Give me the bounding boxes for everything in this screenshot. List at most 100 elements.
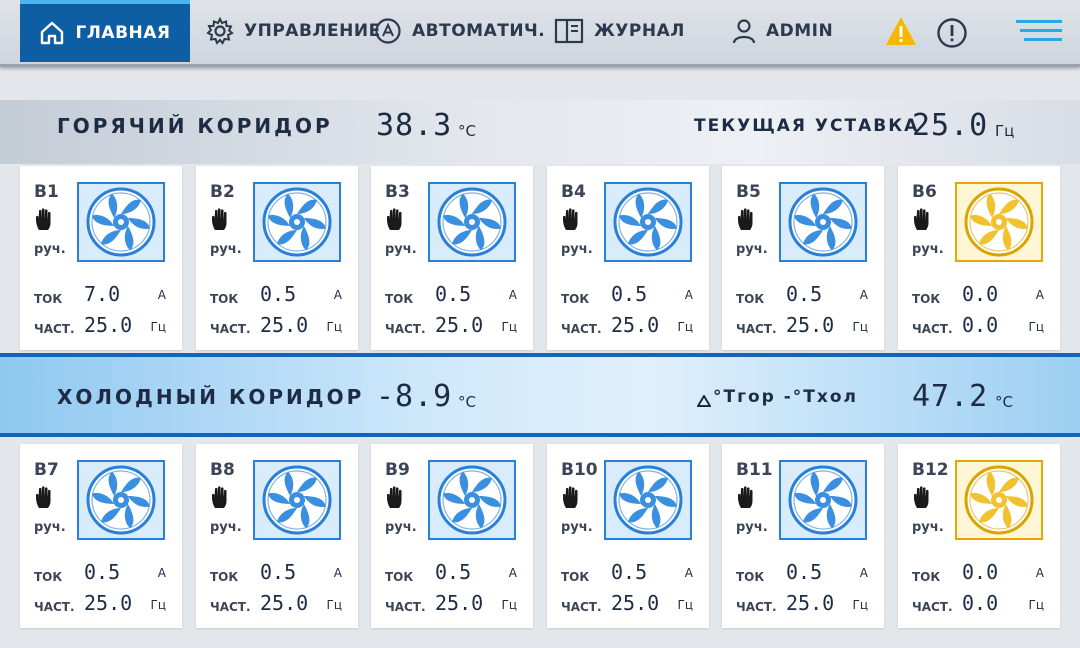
- delta-icon: [697, 395, 711, 407]
- freq-value: 25.0: [611, 313, 660, 337]
- fan-mode: руч.: [912, 242, 944, 257]
- fan-mode: руч.: [561, 242, 593, 257]
- menu-icon[interactable]: [1016, 18, 1062, 44]
- freq-unit: Гц: [1028, 598, 1045, 612]
- nav-journal-label: ЖУРНАЛ: [594, 21, 685, 41]
- freq-value: 0.0: [962, 591, 999, 615]
- fan-card[interactable]: В3 руч. ТОК 0.5 А ЧАСТ. 25.0 Гц: [371, 166, 533, 350]
- fan-mode: руч.: [34, 242, 66, 257]
- fan-button[interactable]: [253, 460, 341, 540]
- fan-button[interactable]: [77, 182, 165, 262]
- freq-label: ЧАСТ.: [385, 600, 426, 614]
- current-label: ТОК: [561, 570, 590, 584]
- freq-unit: Гц: [1028, 320, 1045, 334]
- fan-button[interactable]: [428, 182, 516, 262]
- current-label: ТОК: [912, 292, 941, 306]
- current-value: 0.5: [435, 560, 472, 584]
- current-value: 0.5: [786, 560, 823, 584]
- fan-card[interactable]: В5 руч. ТОК 0.5 А ЧАСТ. 25.0 Гц: [722, 166, 884, 350]
- fan-card[interactable]: В6 руч. ТОК 0.0 А ЧАСТ. 0.0 Гц: [898, 166, 1060, 350]
- freq-value: 25.0: [786, 313, 835, 337]
- top-nav: ГЛАВНАЯ УПРАВЛЕНИЕ АВТОМАТИЧ. ЖУРНАЛ ADM…: [0, 0, 1080, 67]
- fan-mode: руч.: [736, 520, 768, 535]
- fan-button[interactable]: [428, 460, 516, 540]
- fan-button[interactable]: [955, 182, 1043, 262]
- delta-value: 47.2: [912, 379, 989, 414]
- fan-card[interactable]: В9 руч. ТОК 0.5 А ЧАСТ. 25.0 Гц: [371, 444, 533, 628]
- fan-card[interactable]: В8 руч. ТОК 0.5 А ЧАСТ. 25.0 Гц: [196, 444, 358, 628]
- freq-label: ЧАСТ.: [385, 322, 426, 336]
- current-unit: А: [1035, 566, 1044, 580]
- fan-icon: [613, 465, 683, 535]
- fan-card[interactable]: В7 руч. ТОК 0.5 А ЧАСТ. 25.0 Гц: [20, 444, 182, 628]
- home-icon: [41, 21, 64, 45]
- cold-corridor-panel: ХОЛОДНЫЙ КОРИДОР -8.9 °С °Тгор -°Тхол 47…: [0, 353, 1080, 437]
- nav-journal[interactable]: ЖУРНАЛ: [554, 0, 685, 62]
- freq-value: 25.0: [260, 591, 309, 615]
- current-label: ТОК: [736, 570, 765, 584]
- fan-icon: [964, 187, 1034, 257]
- nav-control[interactable]: УПРАВЛЕНИЕ: [206, 0, 381, 62]
- fan-name: В3: [385, 182, 410, 202]
- current-unit: А: [684, 566, 693, 580]
- nav-user-label: ADMIN: [766, 21, 834, 41]
- fan-mode: руч.: [210, 520, 242, 535]
- fan-mode: руч.: [385, 520, 417, 535]
- current-label: ТОК: [210, 570, 239, 584]
- fan-button[interactable]: [604, 460, 692, 540]
- fan-icon: [437, 465, 507, 535]
- fan-card[interactable]: В1 руч. ТОК 7.0 А ЧАСТ. 25.0 Гц: [20, 166, 182, 350]
- freq-label: ЧАСТ.: [34, 322, 75, 336]
- freq-unit: Гц: [326, 598, 343, 612]
- fan-button[interactable]: [955, 460, 1043, 540]
- nav-control-label: УПРАВЛЕНИЕ: [244, 21, 381, 41]
- nav-user[interactable]: ADMIN: [732, 0, 833, 62]
- freq-label: ЧАСТ.: [736, 322, 777, 336]
- hand-icon: [212, 486, 227, 508]
- fan-icon: [613, 187, 683, 257]
- freq-label: ЧАСТ.: [34, 600, 75, 614]
- fan-mode: руч.: [210, 242, 242, 257]
- freq-value: 0.0: [962, 313, 999, 337]
- cold-corridor-title: ХОЛОДНЫЙ КОРИДОР: [57, 385, 365, 409]
- freq-label: ЧАСТ.: [912, 322, 953, 336]
- setpoint-unit: Гц: [995, 122, 1015, 140]
- fan-card[interactable]: В2 руч. ТОК 0.5 А ЧАСТ. 25.0 Гц: [196, 166, 358, 350]
- nav-auto[interactable]: АВТОМАТИЧ.: [374, 0, 545, 62]
- current-unit: А: [508, 288, 517, 302]
- hand-icon: [212, 208, 227, 230]
- setpoint-value[interactable]: 25.0: [912, 108, 988, 143]
- nav-home[interactable]: ГЛАВНАЯ: [20, 0, 190, 62]
- freq-unit: Гц: [852, 320, 869, 334]
- freq-unit: Гц: [852, 598, 869, 612]
- warning-icon[interactable]: [884, 15, 918, 47]
- current-value: 0.5: [611, 560, 648, 584]
- fan-button[interactable]: [253, 182, 341, 262]
- fan-card[interactable]: В11 руч. ТОК 0.5 А ЧАСТ. 25.0 Гц: [722, 444, 884, 628]
- current-label: ТОК: [210, 292, 239, 306]
- freq-value: 25.0: [435, 313, 484, 337]
- fan-card[interactable]: В12 руч. ТОК 0.0 А ЧАСТ. 0.0 Гц: [898, 444, 1060, 628]
- fan-mode: руч.: [912, 520, 944, 535]
- delta-label: °Тгор -°Тхол: [713, 387, 858, 407]
- fan-card[interactable]: В4 руч. ТОК 0.5 А ЧАСТ. 25.0 Гц: [547, 166, 709, 350]
- fan-button[interactable]: [604, 182, 692, 262]
- hot-corridor-panel: ГОРЯЧИЙ КОРИДОР 38.3 °С ТЕКУЩАЯ УСТАВКА …: [0, 100, 1080, 164]
- fan-button[interactable]: [779, 182, 867, 262]
- nav-home-label: ГЛАВНАЯ: [75, 23, 171, 43]
- hot-temp-value: 38.3: [376, 108, 453, 143]
- fan-button[interactable]: [779, 460, 867, 540]
- hand-icon: [738, 208, 753, 230]
- hand-icon: [914, 486, 929, 508]
- delta-unit: °С: [995, 393, 1013, 411]
- fan-card[interactable]: В10 руч. ТОК 0.5 А ЧАСТ. 25.0 Гц: [547, 444, 709, 628]
- info-alert-icon[interactable]: [936, 17, 968, 49]
- gear-icon: [206, 17, 234, 45]
- current-value: 7.0: [84, 282, 121, 306]
- current-value: 0.5: [260, 282, 297, 306]
- hand-icon: [563, 208, 578, 230]
- fan-button[interactable]: [77, 460, 165, 540]
- hot-corridor-title: ГОРЯЧИЙ КОРИДОР: [57, 114, 333, 138]
- fan-name: В4: [561, 182, 586, 202]
- fan-mode: руч.: [561, 520, 593, 535]
